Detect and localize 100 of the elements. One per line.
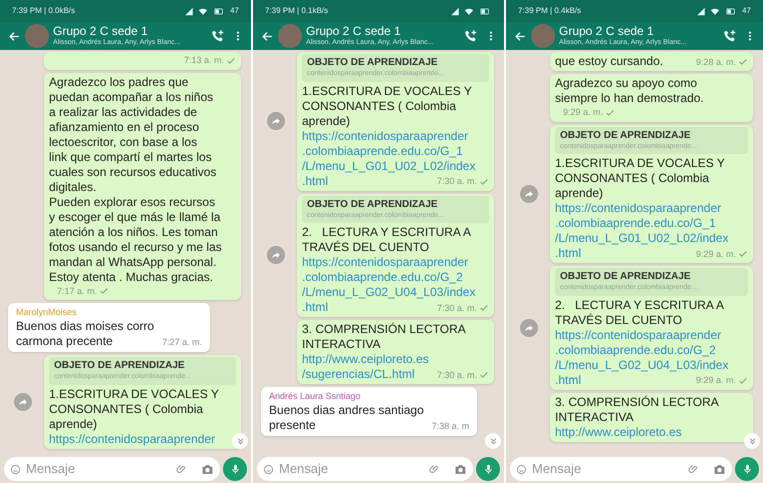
message-text: Agradezco su apoyo como siempre lo han demostrado. [555, 76, 704, 106]
microphone-icon[interactable] [230, 464, 240, 474]
message-text: 1.ESCRITURA DE VOCALES Y CONSONANTES ( Colombia aprende) [302, 84, 473, 128]
status-signal-icon [184, 6, 194, 16]
status-text: 7:39 PM | 0.0kB/s [12, 5, 75, 17]
message-time: 7:30 a. m. [436, 175, 477, 188]
camera-icon[interactable] [454, 462, 467, 476]
microphone-icon[interactable] [482, 464, 494, 474]
tick-icon [738, 249, 748, 260]
message-text: 3. COMPRENSIÓN LECTORA INTERACTIVA [302, 322, 467, 352]
message-link[interactable]: http://www.ceiploreto.es [555, 424, 682, 440]
preview-title: OBJETO DE APRENDIZAJE [560, 128, 692, 142]
message-input[interactable]: Mensaje [26, 459, 171, 479]
scroll-down-button[interactable] [744, 433, 760, 449]
status-wifi-icon [464, 6, 474, 16]
forward-button[interactable] [520, 318, 538, 337]
tick-icon [479, 370, 489, 380]
message-link[interactable]: https://contenidosparaaprender .colombiaaprende.edu.co/G_1 /L/menu_L_G01_U02_L02/index [555, 201, 728, 246]
message-link[interactable]: http://www.ceiploreto.es [302, 352, 429, 367]
double-chevron-icon[interactable] [236, 436, 244, 446]
preview-title: OBJETO DE APRENDIZAJE [560, 270, 692, 283]
message-link[interactable]: https://contenidosparaaprender .colombiaaprende.edu.co/G_2 /L/menu_L_G02_U04_L03/index [302, 255, 476, 300]
back-arrow-icon[interactable] [261, 30, 274, 42]
back-arrow-icon[interactable] [8, 30, 21, 42]
message-field[interactable]: Mensaje [257, 457, 473, 481]
tick-icon [479, 303, 489, 314]
paperclip-icon[interactable] [176, 463, 188, 475]
chat-title: Grupo 2 C sede 1 [306, 24, 401, 39]
preview-title: OBJETO DE APRENDIZAJE [307, 198, 439, 210]
back-arrow-icon[interactable] [514, 30, 527, 42]
status-signal-icon [696, 6, 706, 16]
tick-icon [605, 108, 616, 118]
sender-name: Andrés Laura Ssntiago [269, 390, 362, 403]
message-link[interactable]: .html [555, 246, 582, 261]
tick-icon [738, 376, 748, 386]
add-call-icon[interactable] [211, 29, 225, 43]
status-battery-icon [478, 6, 492, 16]
forward-icon[interactable] [524, 322, 534, 333]
sender-name: MarolynMoises [16, 306, 78, 319]
message-text: que estoy cursando. [555, 54, 664, 69]
message-link[interactable]: .html [302, 174, 328, 188]
message-input[interactable]: Mensaje [279, 459, 424, 479]
forward-button[interactable] [14, 392, 32, 411]
message-field[interactable]: Mensaje [510, 457, 732, 481]
chat-title: Grupo 2 C sede 1 [559, 24, 654, 39]
message-text: Buenos dias moises corro carmona precente [16, 319, 154, 349]
status-text: 7:39 PM | 0.4kB/s [518, 5, 581, 17]
message-time: 9:28 a. m. [696, 56, 736, 68]
message-time: 7:30 a. m. [436, 302, 477, 314]
emoji-icon[interactable] [516, 464, 527, 474]
message-field[interactable]: Mensaje [4, 457, 220, 481]
forward-icon[interactable] [271, 250, 281, 260]
message-text: 3. COMPRENSIÓN LECTORA INTERACTIVA [555, 394, 720, 424]
message-link[interactable]: /sugerencias/CL.html [302, 367, 415, 382]
status-text: 7:39 PM | 0.1kB/s [265, 5, 328, 17]
message-text: 2. LECTURA Y ESCRITURA A TRAVÉS DEL CUENTO [555, 298, 725, 328]
tick-icon [479, 176, 489, 187]
scroll-down-button[interactable] [485, 433, 501, 449]
tick-icon [226, 56, 236, 66]
camera-icon[interactable] [713, 462, 726, 476]
message-time: 7:27 a. m. [162, 336, 202, 348]
microphone-button[interactable] [223, 457, 247, 481]
battery-level: 47 [230, 5, 239, 17]
status-wifi-icon [710, 6, 720, 16]
message-time: 7:30 a. m. [436, 368, 477, 382]
scroll-down-button[interactable] [232, 433, 248, 449]
camera-icon[interactable] [201, 462, 214, 476]
message-text: 1.ESCRITURA DE VOCALES Y CONSONANTES ( Colombia aprende) [555, 156, 726, 201]
message-time: 7:38 a. m [432, 420, 470, 432]
message-time: 9:29 a. m. [696, 374, 736, 387]
message-time: 7:13 a. m. [184, 54, 224, 67]
message-input[interactable]: Mensaje [532, 459, 683, 479]
message-text: 1.ESCRITURA DE VOCALES Y CONSONANTES ( Colombia aprende) [49, 386, 220, 432]
preview-title: OBJETO DE APRENDIZAJE [54, 359, 186, 372]
add-call-icon[interactable] [464, 29, 478, 43]
forward-button[interactable] [520, 184, 538, 203]
message-link[interactable]: https://contenidosparaaprender [49, 432, 216, 446]
message-text: Buenos dias andres santiago presente [269, 403, 424, 433]
forward-button[interactable] [267, 112, 285, 130]
microphone-button[interactable] [476, 457, 500, 481]
microphone-button[interactable] [735, 457, 759, 481]
paperclip-icon[interactable] [688, 463, 700, 475]
add-call-icon[interactable] [723, 29, 737, 43]
emoji-icon[interactable] [263, 464, 274, 474]
double-chevron-icon[interactable] [488, 436, 498, 446]
forward-button[interactable] [267, 246, 285, 264]
forward-icon[interactable] [271, 116, 281, 126]
forward-icon[interactable] [18, 396, 28, 407]
forward-icon[interactable] [524, 188, 534, 199]
message-text: 2. LECTURA Y ESCRITURA A TRAVÉS DEL CUENTO [302, 225, 472, 255]
paperclip-icon[interactable] [429, 463, 441, 475]
message-link[interactable]: https://contenidosparaaprender .colombiaaprende.edu.co/G_1 /L/menu_L_G01_U02_L02/index [302, 128, 476, 174]
message-time: 9:29 a. m. [696, 248, 736, 260]
message-text: Agradezco los padres que puedan acompañar a los niños a realizar las actividades de afianzamiento en el proceso lectoescritor, con base a los link que compartí el martes los cuales son recursos educativos digitales. Pueden explorar esos recursos y escoger el que más le llamé la atención a los niños. Les toman fotos usando el recurso y me las mandan al WhatsApp personal. Estoy atenta . Muchas gracias. [49, 74, 222, 284]
emoji-icon[interactable] [10, 464, 21, 474]
message-link[interactable]: .html [302, 300, 328, 315]
double-chevron-icon[interactable] [748, 436, 756, 446]
message-link[interactable]: .html [555, 372, 582, 388]
microphone-icon[interactable] [742, 464, 752, 474]
message-link[interactable]: https://contenidosparaaprender .colombiaaprende.edu.co/G_2 /L/menu_L_G02_U04_L03/index [555, 328, 728, 372]
